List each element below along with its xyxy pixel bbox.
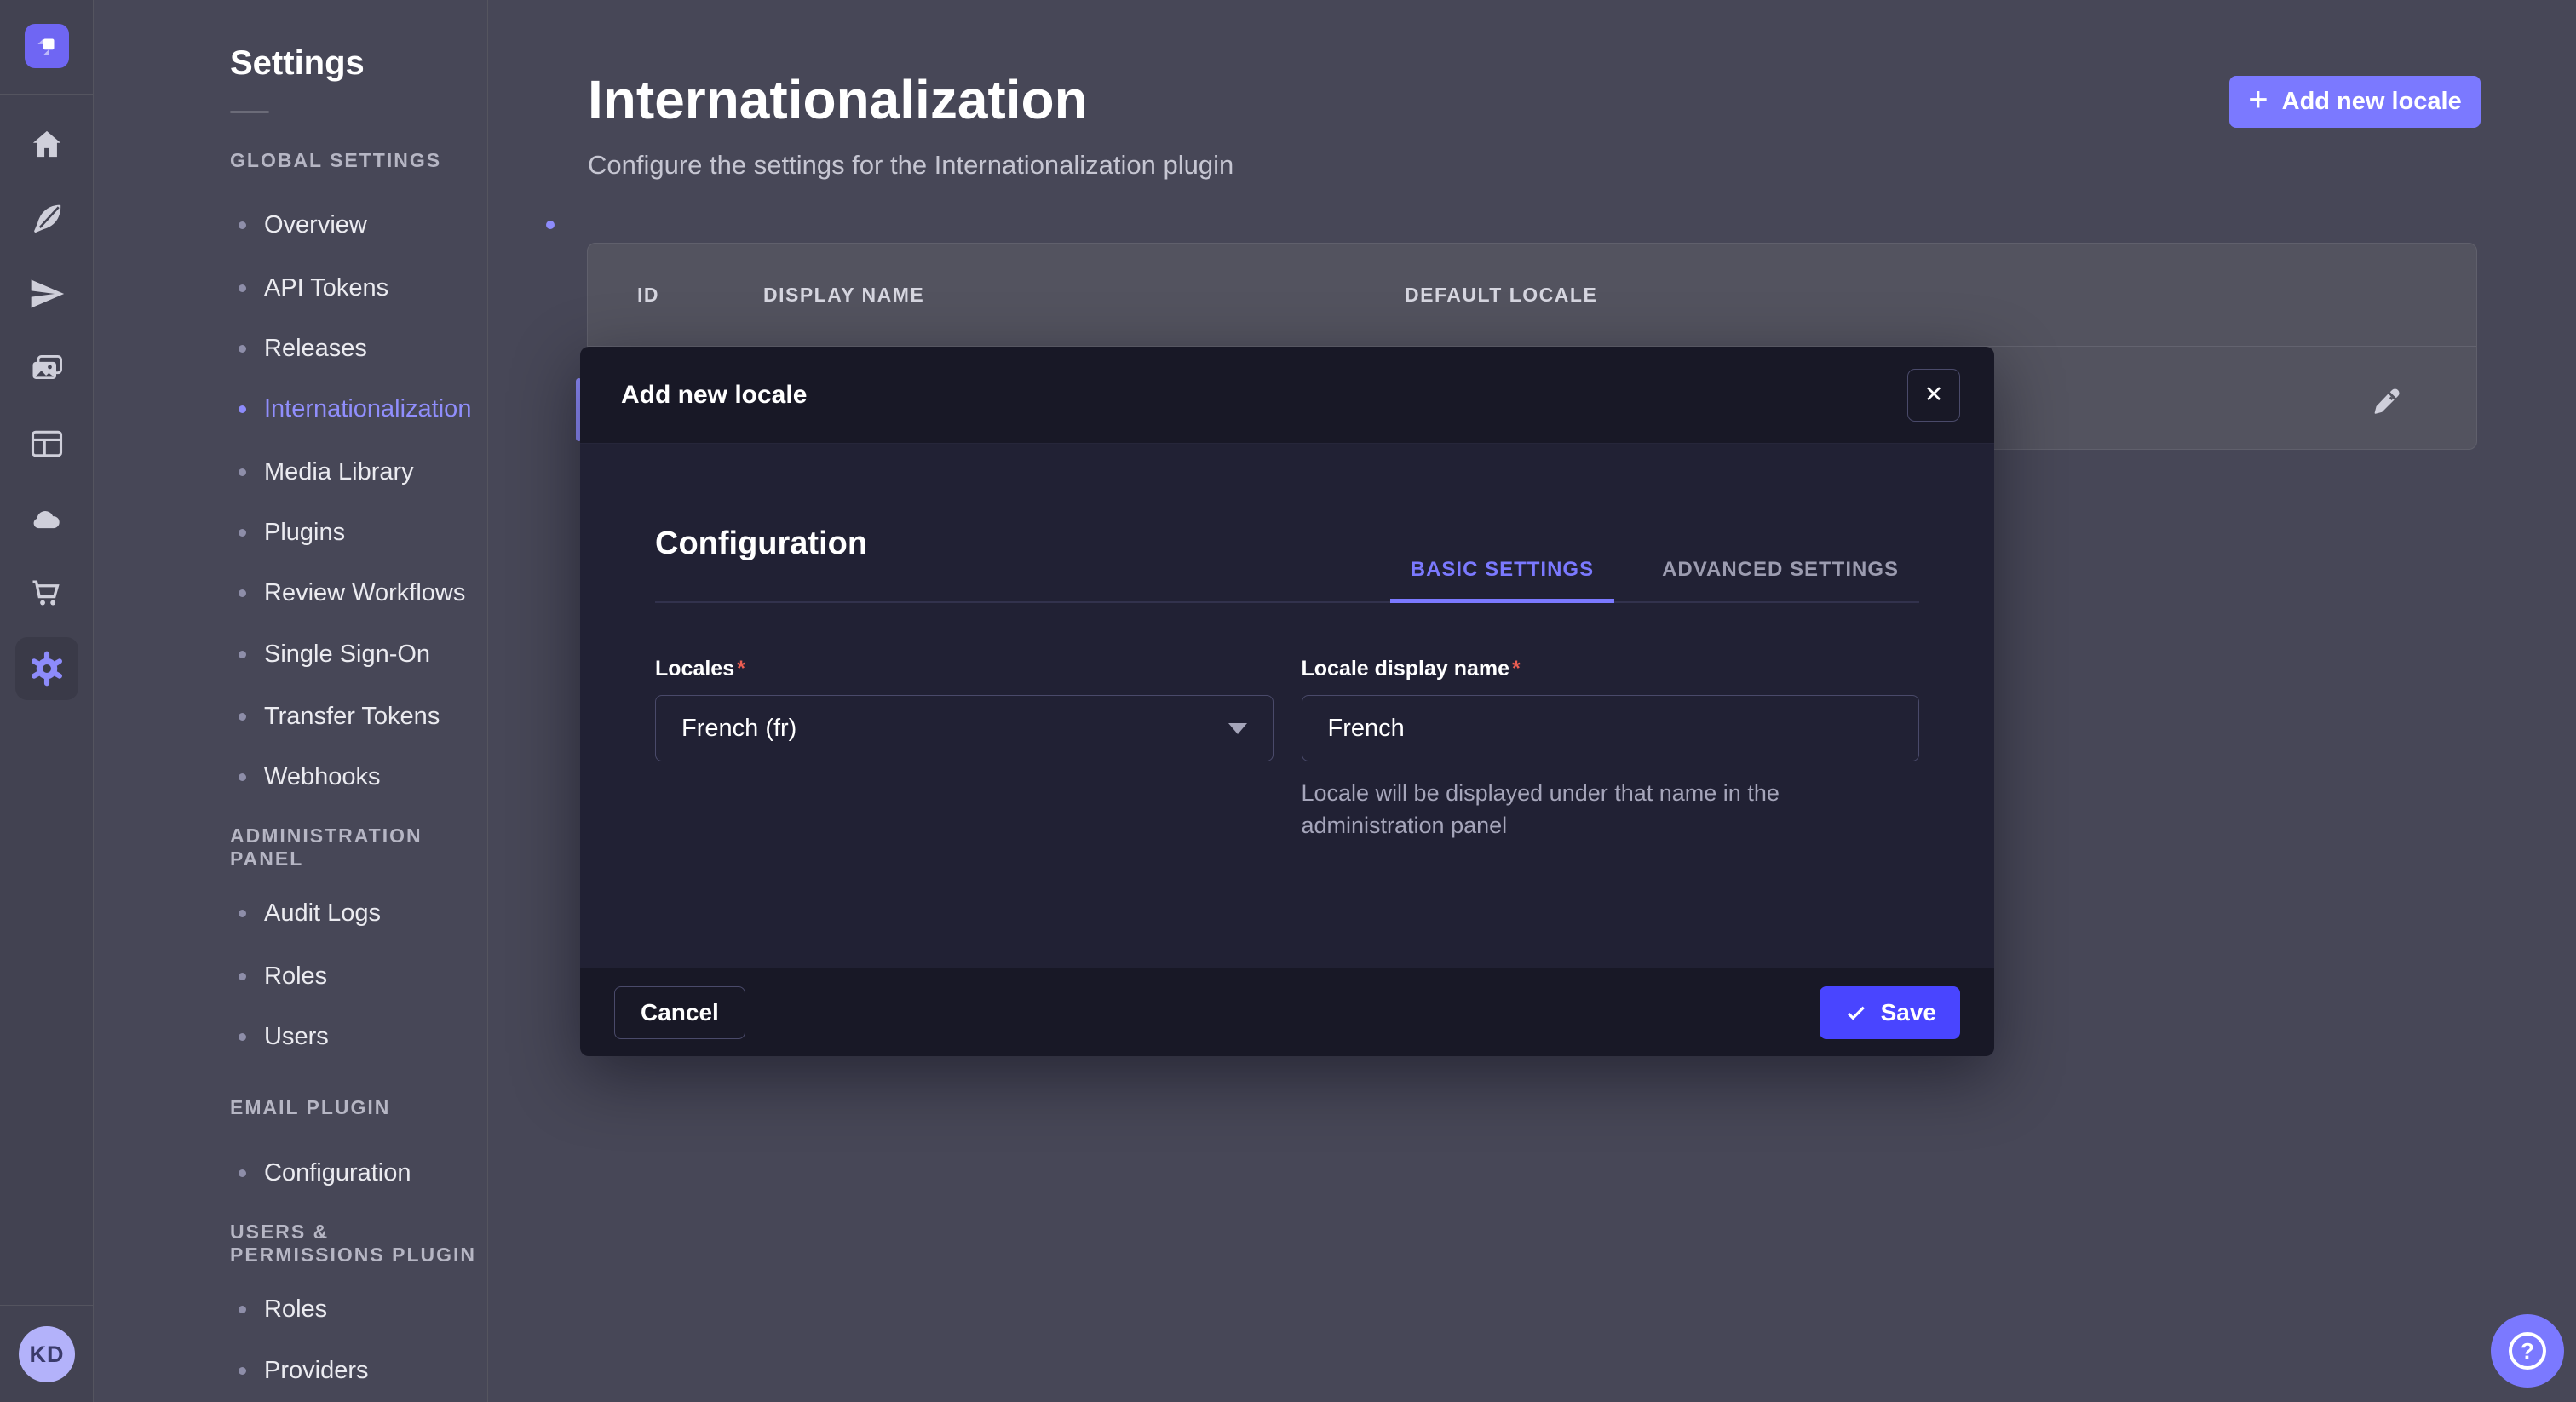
bullet-icon [239,468,246,476]
locales-field: Locales* French (fr) [655,657,1274,842]
required-asterisk: * [737,657,745,681]
paper-plane-icon[interactable] [0,268,94,319]
plus-icon: + [2248,83,2268,117]
column-header-id: ID [637,244,659,346]
locales-label: Locales* [655,657,1274,681]
sidebar-item-single-sign-on[interactable]: Single Sign-On [94,623,488,685]
sidebar-item-plugins[interactable]: Plugins [94,502,488,563]
locale-form: Locales* French (fr) Locale display name… [655,657,1919,842]
bullet-icon [239,973,246,980]
sidebar-item-audit-logs[interactable]: Audit Logs [94,882,488,944]
locales-select[interactable]: French (fr) [655,695,1274,761]
bullet-icon [239,221,246,229]
edit-locale-button[interactable] [2370,384,2404,418]
sidebar-title: Settings [230,44,365,83]
main-nav: KD [0,0,94,1402]
column-header-display-name: DISPLAY NAME [763,244,924,346]
help-button[interactable]: ? [2491,1314,2564,1388]
bullet-icon [239,1169,246,1177]
modal-footer: Cancel Save [580,968,1994,1056]
sidebar-item-internationalization[interactable]: Internationalization [94,378,488,440]
sidebar-item-releases[interactable]: Releases [94,318,488,379]
cloud-icon[interactable] [0,494,94,545]
bullet-icon [239,1033,246,1041]
sidebar-item-media-library[interactable]: Media Library [94,441,488,503]
sidebar-item-up-roles[interactable]: Roles [94,1278,488,1340]
sidebar-item-transfer-tokens[interactable]: Transfer Tokens [94,686,488,747]
modal-header: Add new locale ✕ [580,347,1994,444]
column-header-default-locale: DEFAULT LOCALE [1405,244,1597,346]
settings-nav-active[interactable] [15,637,78,700]
tab-advanced-settings[interactable]: ADVANCED SETTINGS [1642,526,1919,603]
cart-icon[interactable] [0,567,94,618]
bullet-icon [239,1367,246,1375]
strapi-admin: KD Settings GLOBAL SETTINGS Overview API… [0,0,2576,1402]
sidebar-item-providers[interactable]: Providers [94,1340,488,1401]
locale-display-name-input[interactable] [1302,695,1920,761]
layout-icon[interactable] [0,418,94,469]
display-name-field: Locale display name* Locale will be disp… [1302,657,1920,842]
settings-tabs: BASIC SETTINGS ADVANCED SETTINGS [1390,526,1919,603]
section-email-plugin: EMAIL PLUGIN [230,1090,390,1124]
tab-basic-settings[interactable]: BASIC SETTINGS [1390,526,1614,603]
gear-icon [27,649,66,688]
display-name-label: Locale display name* [1302,657,1920,681]
section-users-permissions-plugin: USERS & PERMISSIONS PLUGIN [230,1227,487,1261]
home-icon[interactable] [0,119,94,170]
close-icon: ✕ [1924,382,1944,408]
check-icon [1843,1000,1869,1026]
settings-sidebar: Settings GLOBAL SETTINGS Overview API To… [94,0,488,1402]
save-button[interactable]: Save [1820,986,1960,1039]
bullet-icon [239,910,246,917]
modal-body: Configuration BASIC SETTINGS ADVANCED SE… [580,444,1994,968]
bullet-icon [239,405,246,413]
bullet-icon [239,284,246,292]
bullet-icon [239,1306,246,1313]
avatar[interactable]: KD [19,1326,75,1382]
strapi-logo[interactable] [25,24,69,68]
bullet-icon [239,529,246,537]
add-locale-modal: Add new locale ✕ Configuration BASIC SET… [580,347,1994,1056]
modal-title: Add new locale [621,381,807,410]
divider [0,94,94,95]
overview-notification-dot [546,221,555,229]
bullet-icon [239,345,246,353]
bullet-icon [239,773,246,781]
sidebar-item-email-configuration[interactable]: Configuration [94,1142,488,1204]
display-name-hint: Locale will be displayed under that name… [1302,777,1889,842]
pencil-icon [2372,386,2402,417]
sidebar-item-overview[interactable]: Overview [94,194,488,256]
sidebar-item-admin-roles[interactable]: Roles [94,945,488,1007]
sidebar-item-webhooks[interactable]: Webhooks [94,746,488,807]
page-title: Internationalization [588,68,1088,131]
strapi-logo-icon [32,32,61,60]
section-global-settings: GLOBAL SETTINGS [230,143,441,177]
feather-icon[interactable] [0,193,94,244]
sidebar-item-api-tokens[interactable]: API Tokens [94,257,488,319]
chevron-down-icon [1228,723,1247,734]
bullet-icon [239,651,246,658]
question-mark-icon: ? [2509,1332,2546,1370]
configuration-heading: Configuration [655,526,867,562]
title-divider [230,111,269,113]
sidebar-item-users[interactable]: Users [94,1006,488,1067]
media-library-icon[interactable] [0,344,94,395]
sidebar-item-review-workflows[interactable]: Review Workflows [94,562,488,623]
divider [0,1305,94,1306]
page-subtitle: Configure the settings for the Internati… [588,150,1233,181]
add-new-locale-button[interactable]: + Add new locale [2229,76,2481,128]
bullet-icon [239,713,246,721]
section-administration-panel: ADMINISTRATION PANEL [230,830,487,865]
close-button[interactable]: ✕ [1907,369,1960,422]
required-asterisk: * [1512,657,1521,681]
cancel-button[interactable]: Cancel [614,986,745,1039]
bullet-icon [239,589,246,597]
